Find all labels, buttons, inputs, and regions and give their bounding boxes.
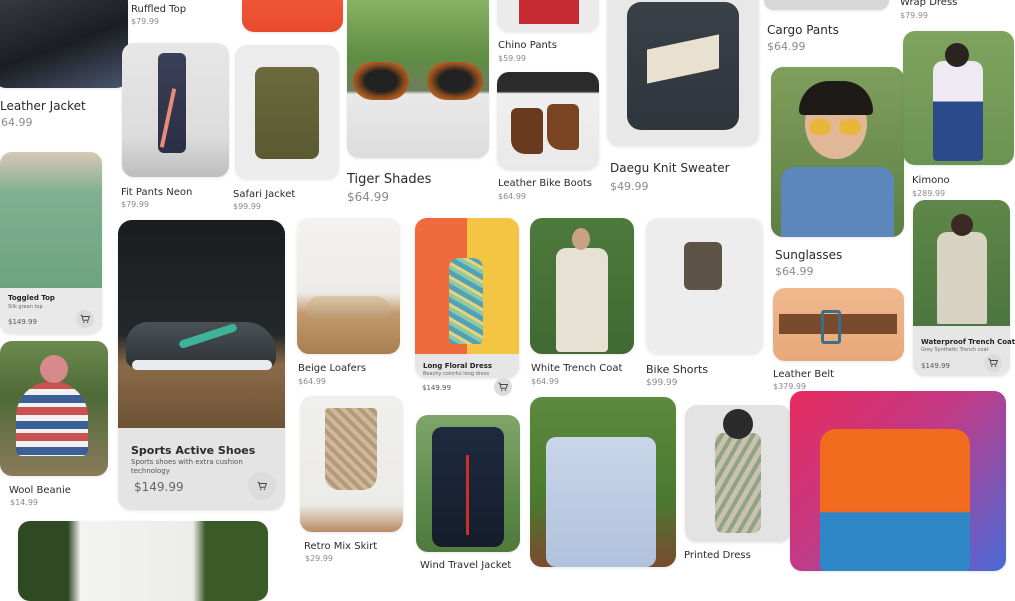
product-name: Beige Loafers xyxy=(298,363,367,374)
product-name: Wind Travel Jacket xyxy=(420,560,512,571)
add-to-cart-button[interactable] xyxy=(76,310,94,328)
product-name: Sports Active Shoes xyxy=(131,444,256,457)
product-price: $149.99 xyxy=(8,318,37,326)
product-name: Printed Dress xyxy=(684,550,751,561)
product-price: $289.99 xyxy=(912,189,946,198)
product-price: $64.99 xyxy=(498,192,526,201)
product-image[interactable] xyxy=(235,45,339,179)
product-image[interactable] xyxy=(497,0,599,32)
product-name: Fit Pants Neon xyxy=(121,187,193,198)
cart-icon xyxy=(80,314,90,323)
product-name: Safari Jacket xyxy=(233,189,296,200)
product-subtitle: Grey Synthetic Trench coat xyxy=(921,347,989,353)
product-price: $64.99 xyxy=(775,265,814,278)
product-price: $79.99 xyxy=(121,200,149,209)
product-name: Tiger Shades xyxy=(347,172,432,187)
product-image[interactable] xyxy=(646,218,763,354)
product-price: $99.99 xyxy=(646,378,678,388)
product-image[interactable] xyxy=(242,0,343,32)
product-image[interactable] xyxy=(297,218,400,354)
product-price: $149.99 xyxy=(134,480,184,494)
product-image[interactable] xyxy=(903,31,1014,165)
product-price: $79.99 xyxy=(131,17,159,26)
product-name: Sunglasses xyxy=(775,248,843,262)
product-name: Long Floral Dress xyxy=(423,362,493,370)
product-image[interactable] xyxy=(18,521,268,601)
add-to-cart-button[interactable] xyxy=(248,472,276,500)
add-to-cart-button[interactable] xyxy=(984,354,1002,372)
cart-icon xyxy=(988,358,998,367)
product-price: $64.99 xyxy=(767,40,806,53)
cart-icon xyxy=(257,481,267,490)
product-name: Leather Jacket xyxy=(0,99,86,113)
product-image[interactable] xyxy=(0,0,128,88)
fashion-grid-page: { "products": { "ruffled_top": {"name":"… xyxy=(0,0,1015,601)
product-name: Chino Pants xyxy=(498,40,557,51)
product-subtitle: Beachy colorful long dress xyxy=(423,371,490,377)
product-price: $99.99 xyxy=(233,202,261,211)
product-name: Leather Bike Boots xyxy=(498,178,593,189)
product-price: $149.99 xyxy=(921,362,950,370)
product-image[interactable] xyxy=(530,218,634,354)
product-price: $379.99 xyxy=(773,382,807,391)
product-name: Toggled Top xyxy=(8,294,55,302)
product-image[interactable] xyxy=(347,0,489,158)
product-subtitle: Silk green top xyxy=(8,304,43,310)
product-name: Leather Belt xyxy=(773,369,835,380)
product-name: Kimono xyxy=(912,175,950,186)
product-image[interactable] xyxy=(300,396,403,532)
product-name: Wrap Dress xyxy=(900,0,958,8)
product-name: Retro Mix Skirt xyxy=(304,541,378,552)
product-image[interactable] xyxy=(773,288,904,361)
product-name: Daegu Knit Sweater xyxy=(610,161,730,175)
product-image[interactable] xyxy=(416,415,520,552)
product-price: $64.99 xyxy=(347,190,389,204)
product-image[interactable] xyxy=(497,72,599,170)
product-name: Cargo Pants xyxy=(767,23,839,37)
add-to-cart-button[interactable] xyxy=(494,378,512,396)
product-image[interactable] xyxy=(771,67,904,237)
product-image[interactable] xyxy=(764,0,889,10)
product-image[interactable] xyxy=(0,341,108,476)
product-price: $59.99 xyxy=(498,54,526,63)
product-image[interactable] xyxy=(530,397,676,567)
product-image[interactable] xyxy=(685,405,791,542)
product-image[interactable] xyxy=(122,43,229,177)
product-price: $149.99 xyxy=(422,384,451,392)
product-price: $64.99 xyxy=(531,377,559,386)
product-price: $14.99 xyxy=(10,498,38,507)
product-image[interactable] xyxy=(790,391,1006,571)
product-subtitle: Sports shoes with extra cushion technolo… xyxy=(131,458,243,475)
product-price: $79.99 xyxy=(900,11,928,20)
product-price: $64.99 xyxy=(298,377,326,386)
product-name: Ruffled Top xyxy=(131,4,187,15)
product-price: $29.99 xyxy=(305,554,333,563)
product-price: $64.99 xyxy=(0,116,33,129)
cart-icon xyxy=(498,382,508,391)
product-name: Waterproof Trench Coat xyxy=(921,338,1015,346)
product-name: Bike Shorts xyxy=(646,363,709,376)
product-name: White Trench Coat xyxy=(531,363,623,374)
product-name: Wool Beanie xyxy=(9,485,71,496)
product-price: $49.99 xyxy=(610,180,649,193)
product-image[interactable] xyxy=(607,0,759,146)
